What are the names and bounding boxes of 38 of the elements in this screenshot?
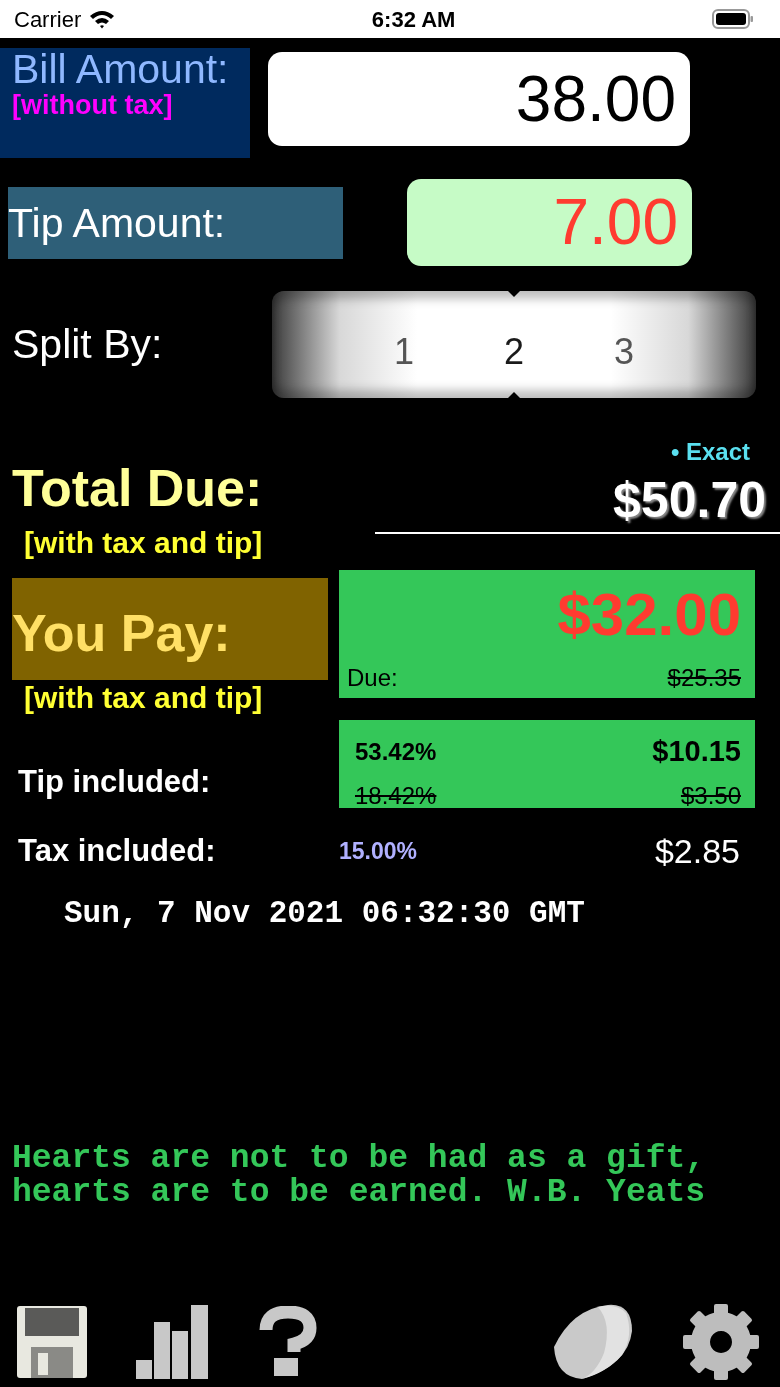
bill-amount-field[interactable]: 38.00 [268,52,690,146]
picker-option[interactable]: 1 [393,324,414,379]
quote-line: hearts are to be earned. W.B. Yeats [11,1175,707,1210]
clock-time: 6:32 AM [371,5,456,34]
tip-amount-label: Tip Amount: [8,186,343,259]
tip-amount: $10.15 [652,734,741,769]
total-due-amount: $50.70 [612,471,767,530]
tax-percent: 15.00% [339,837,417,867]
you-pay-label: You Pay: [12,578,328,680]
carrier-label: Carrier [14,5,82,34]
help-icon[interactable] [258,1305,318,1378]
with-tax-and-tip-note: [with tax and tip] [23,528,264,558]
tax-included-label: Tax included: [17,832,217,871]
original-tip-percent: 18.42% [355,780,437,811]
fortune-cookie-icon[interactable] [552,1302,634,1381]
timestamp: Sun, 7 Nov 2021 06:32:30 GMT [63,895,586,933]
tip-percent: 53.42% [355,736,437,767]
split-by-label: Split By: [11,320,164,369]
exact-mode-link[interactable]: • Exact [350,434,780,470]
quote-line: Hearts are not to be had as a gift, [11,1141,707,1176]
you-pay-amount: $32.00 [556,580,741,650]
settings-icon[interactable] [682,1302,760,1381]
split-picker[interactable]: 1 2 3 [272,291,756,398]
without-tax-note: [without tax] [12,91,174,121]
due-label: Due: [347,663,398,693]
tip-included-label: Tip included: [17,762,212,801]
bar-chart-icon[interactable] [136,1304,210,1379]
bill-amount-label: Bill Amount: [12,48,230,92]
save-icon[interactable] [16,1304,88,1379]
picker-option[interactable]: 3 [614,324,635,379]
tax-amount: $2.85 [654,831,741,872]
picker-option[interactable]: 2 [504,324,524,379]
total-due-label: Total Due: [11,462,264,514]
original-tip-amount: $3.50 [680,780,741,811]
battery-icon [712,9,754,29]
wifi-icon [89,9,116,29]
with-tax-and-tip-note: [with tax and tip] [23,683,264,713]
due-amount: $25.35 [667,663,741,693]
